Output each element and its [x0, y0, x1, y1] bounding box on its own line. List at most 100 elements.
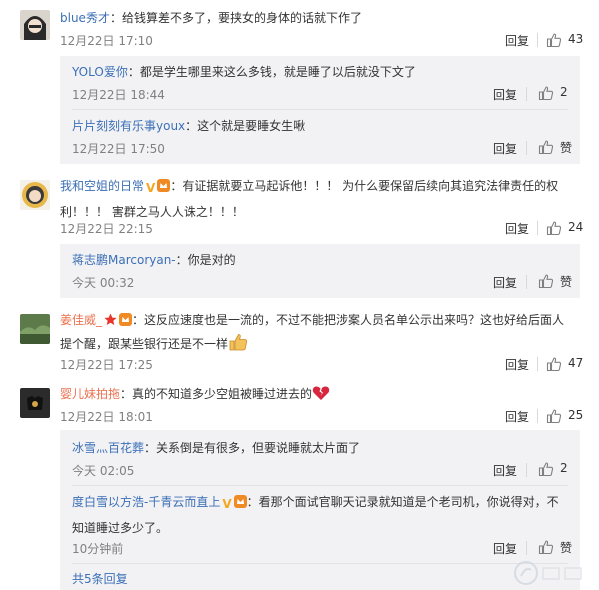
comment-body: ：给钱算差不多了，要挟女的身体的话就下作了	[109, 11, 362, 25]
verified-v-icon: V	[222, 497, 232, 511]
divider	[537, 221, 538, 235]
comment-text: blue秀才：给钱算差不多了，要挟女的身体的话就下作了	[60, 6, 581, 30]
thumbs-up-icon	[546, 409, 562, 424]
reply-body: ：都是学生哪里来这么多钱，就是睡了以后就没下文了	[127, 65, 416, 79]
reply-button[interactable]: 回复	[505, 356, 529, 373]
reply-text: YOLO爱你：都是学生哪里来这么多钱，就是睡了以后就没下文了	[72, 60, 568, 84]
thumbs-up-icon	[538, 274, 554, 289]
vip-crown-icon	[233, 495, 247, 508]
reply-text: 度白雪以方浩-千青云而直上 V ：看那个面试官聊天记录就知道是个老司机，你说得对，不…	[72, 490, 568, 540]
replies-box: YOLO爱你：都是学生哪里来这么多钱，就是睡了以后就没下文了 12月22日 18…	[60, 56, 580, 164]
comment-meta: 12月22日 22:15 回复 24	[0, 220, 599, 240]
like-count: 25	[568, 408, 584, 422]
username-link[interactable]: YOLO爱你	[72, 65, 128, 79]
reply-button[interactable]: 回复	[493, 140, 517, 157]
like-count: 43	[568, 32, 584, 46]
verified-v-icon: V	[146, 181, 156, 195]
reply-item: 冰雪灬百花葬：关系倒是有很多，但要说睡就太片面了 今天 02:05 回复 2	[60, 430, 580, 486]
like-count: 2	[560, 461, 568, 475]
broken-heart-icon	[312, 386, 330, 400]
divider	[526, 87, 527, 101]
timestamp: 12月22日 17:25	[60, 358, 153, 372]
timestamp: 10分钟前	[72, 542, 124, 556]
reply-button[interactable]: 回复	[493, 274, 517, 291]
comment-meta: 12月22日 17:10 回复 43	[0, 32, 599, 52]
timestamp: 12月22日 18:01	[60, 410, 153, 424]
username-link[interactable]: 姜佳威_	[60, 313, 102, 327]
divider	[537, 33, 538, 47]
comment-body: ：这反应速度也是一流的，不过不能把涉案人员名单公示出来吗？这也好给后面人	[132, 313, 565, 327]
divider	[526, 463, 527, 477]
watermark-logo-icon	[514, 561, 582, 585]
star-badge-icon	[104, 313, 117, 325]
thumbs-up-emoji-icon	[229, 334, 248, 351]
more-replies-link[interactable]: 共5条回复	[72, 570, 128, 587]
reply-body: ：你是对的	[175, 253, 236, 267]
reply-text: 片片刻刻有乐事youx：这个就是要睡女生啾	[72, 114, 568, 138]
reply-button[interactable]: 回复	[505, 220, 529, 237]
thumbs-up-icon	[538, 140, 554, 155]
username-link[interactable]: 蒋志鹏Marcoryan-	[72, 253, 176, 267]
thumbs-up-icon	[546, 221, 562, 236]
like-count: 24	[568, 220, 584, 234]
comment-text: 姜佳威_ ：这反应速度也是一流的，不过不能把涉案人员名单公示出来吗？这也好给后面人…	[60, 308, 581, 356]
timestamp: 12月22日 22:15	[60, 222, 153, 236]
reply-button[interactable]: 回复	[505, 408, 529, 425]
like-count: 赞	[560, 141, 573, 155]
reply-body: ：看那个面试官聊天记录就知道是个老司机，你说得对，不	[246, 495, 559, 509]
thumbs-up-icon	[546, 357, 562, 372]
reply-item: 度白雪以方浩-千青云而直上 V ：看那个面试官聊天记录就知道是个老司机，你说得对，不…	[60, 486, 580, 564]
divider	[72, 563, 568, 564]
avatar[interactable]	[20, 180, 50, 210]
vip-crown-icon	[157, 179, 171, 192]
timestamp: 今天 00:32	[72, 276, 135, 290]
comment-meta: 12月22日 18:01 回复 25	[0, 408, 599, 428]
divider	[537, 409, 538, 423]
like-count: 赞	[560, 275, 573, 289]
divider	[537, 357, 538, 371]
divider	[526, 275, 527, 289]
username-link[interactable]: 婴儿妹拍拖	[60, 387, 120, 401]
timestamp: 12月22日 17:10	[60, 34, 153, 48]
thumbs-up-icon	[546, 33, 562, 48]
comment-body: ：有证据就要立马起诉他！！！ 为什么要保留后续向其追究法律责任的权	[170, 179, 559, 193]
like-count: 2	[560, 85, 568, 99]
reply-item: YOLO爱你：都是学生哪里来这么多钱，就是睡了以后就没下文了 12月22日 18…	[60, 56, 580, 110]
reply-item: 片片刻刻有乐事youx：这个就是要睡女生啾 12月22日 17:50 回复 赞	[60, 110, 580, 164]
username-link[interactable]: blue秀才	[60, 11, 110, 25]
reply-text: 蒋志鹏Marcoryan-：你是对的	[72, 248, 568, 272]
replies-box: 冰雪灬百花葬：关系倒是有很多，但要说睡就太片面了 今天 02:05 回复 2 度…	[60, 430, 580, 590]
divider	[526, 141, 527, 155]
comment-body-cont: 提个醒，跟某些银行还是不一样	[60, 337, 229, 351]
timestamp: 今天 02:05	[72, 464, 135, 478]
comment-meta: 12月22日 17:25 回复 47	[0, 356, 599, 376]
reply-body: ：这个就是要睡女生啾	[185, 119, 306, 133]
reply-body: ：关系倒是有很多，但要说睡就太片面了	[144, 441, 361, 455]
replies-box: 蒋志鹏Marcoryan-：你是对的 今天 00:32 回复 赞	[60, 244, 580, 298]
thumbs-up-icon	[538, 540, 554, 555]
comment-text: 我和空姐的日常 V ：有证据就要立马起诉他！！！ 为什么要保留后续向其追究法律责任的…	[60, 174, 581, 224]
divider	[526, 541, 527, 555]
timestamp: 12月22日 18:44	[72, 88, 165, 102]
comment-body: ：真的不知道多少空姐被睡过进去的	[120, 387, 313, 401]
reply-button[interactable]: 回复	[493, 540, 517, 557]
comment-text: 婴儿妹拍拖：真的不知道多少空姐被睡过进去的	[60, 382, 581, 406]
reply-button[interactable]: 回复	[493, 462, 517, 479]
reply-text: 冰雪灬百花葬：关系倒是有很多，但要说睡就太片面了	[72, 436, 568, 460]
reply-body-cont: 知道睡过多少了。	[72, 521, 169, 535]
reply-button[interactable]: 回复	[493, 86, 517, 103]
like-count: 47	[568, 356, 584, 370]
username-link[interactable]: 我和空姐的日常	[60, 179, 144, 193]
username-link[interactable]: 冰雪灬百花葬	[72, 441, 144, 455]
avatar[interactable]	[20, 314, 50, 344]
username-link[interactable]: 度白雪以方浩-千青云而直上	[72, 495, 220, 509]
reply-button[interactable]: 回复	[505, 32, 529, 49]
comment-body-cont: 利！！！ 害群之马人人诛之！！！	[60, 205, 244, 219]
thumbs-up-icon	[538, 462, 554, 477]
like-count: 赞	[560, 541, 573, 555]
username-link[interactable]: 片片刻刻有乐事youx	[72, 119, 185, 133]
reply-item: 蒋志鹏Marcoryan-：你是对的 今天 00:32 回复 赞	[60, 244, 580, 298]
thumbs-up-icon	[538, 86, 554, 101]
vip-crown-icon	[119, 313, 133, 326]
timestamp: 12月22日 17:50	[72, 142, 165, 156]
